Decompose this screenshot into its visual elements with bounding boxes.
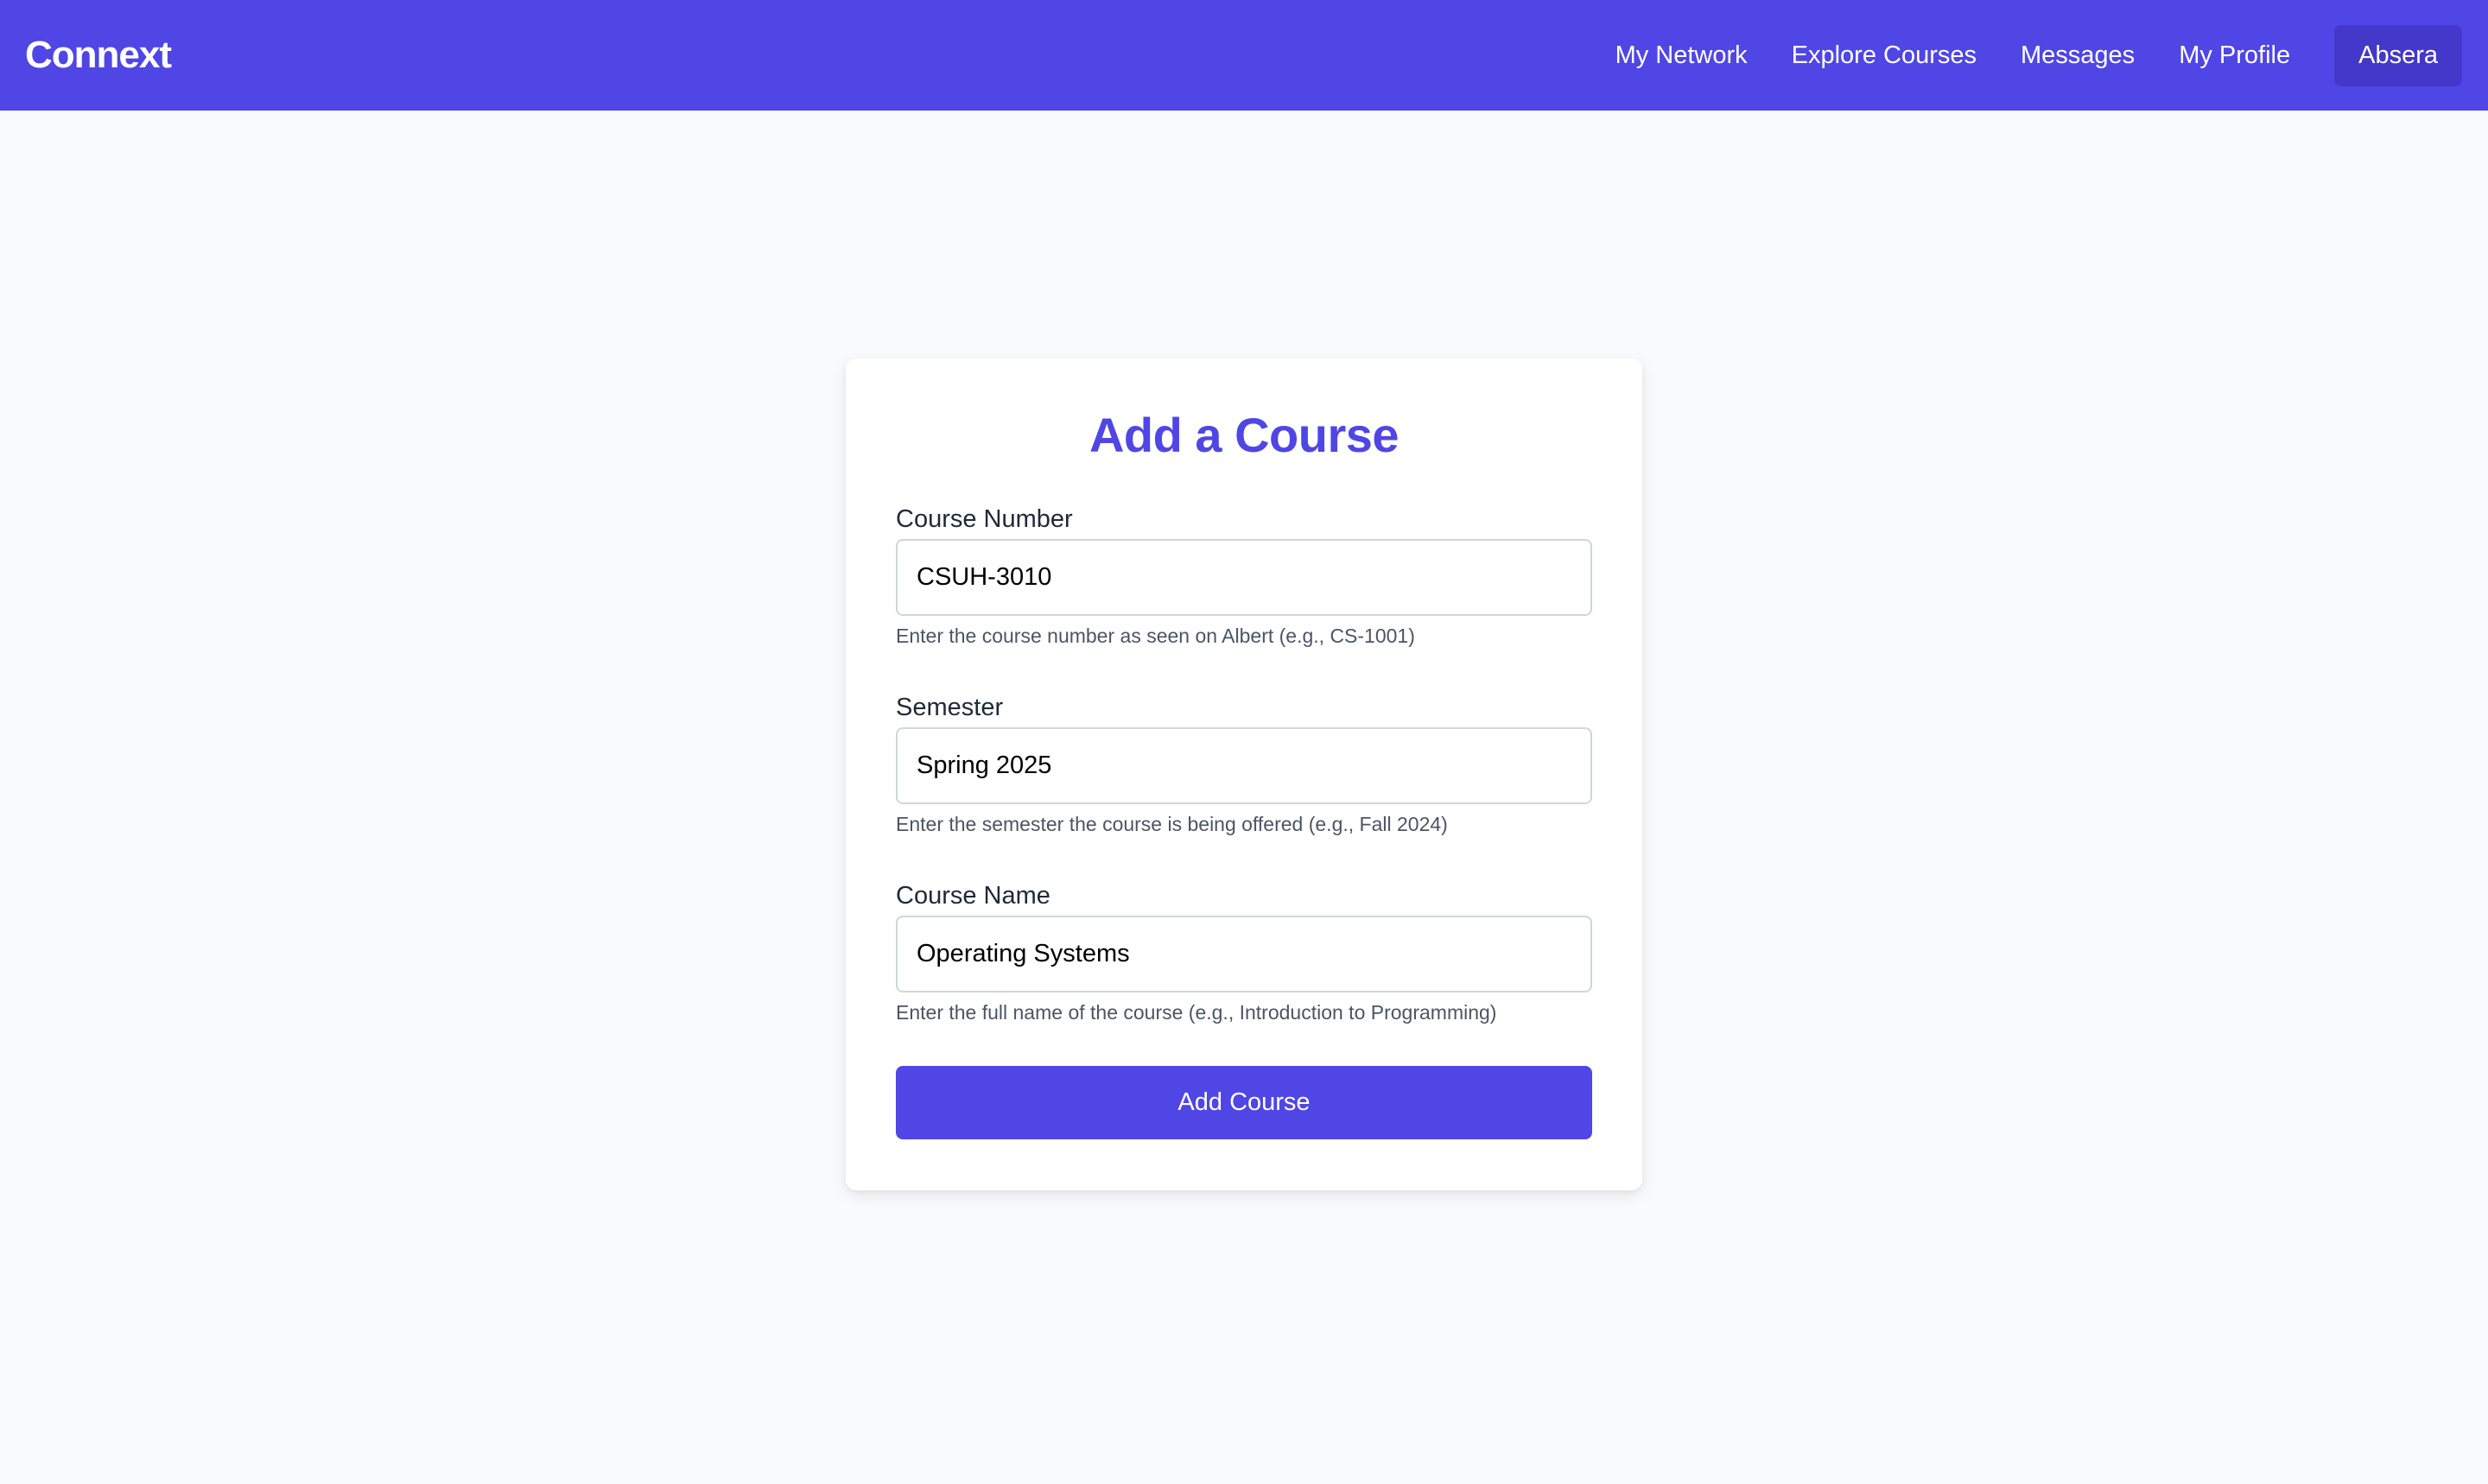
- nav-links: My Network Explore Courses Messages My P…: [1615, 24, 2462, 86]
- course-name-help: Enter the full name of the course (e.g.,…: [896, 1001, 1497, 1024]
- semester-label: Semester: [896, 694, 1004, 721]
- course-name-input[interactable]: [896, 916, 1592, 993]
- nav-link-messages[interactable]: Messages: [2021, 41, 2135, 70]
- nav-link-explore-courses[interactable]: Explore Courses: [1792, 41, 1977, 70]
- course-number-help: Enter the course number as seen on Alber…: [896, 625, 1415, 647]
- nav-link-my-network[interactable]: My Network: [1615, 41, 1748, 70]
- nav-link-my-profile[interactable]: My Profile: [2179, 41, 2290, 70]
- top-navbar: Connext My Network Explore Courses Messa…: [0, 0, 2488, 111]
- page-title: Add a Course: [1088, 408, 1400, 462]
- brand-logo[interactable]: Connext: [25, 34, 172, 77]
- user-menu-button[interactable]: Absera: [2334, 24, 2462, 86]
- semester-input[interactable]: [896, 727, 1592, 804]
- add-course-button[interactable]: Add Course: [896, 1066, 1592, 1139]
- course-name-label: Course Name: [896, 882, 1050, 910]
- course-number-input[interactable]: [896, 539, 1592, 616]
- semester-help: Enter the semester the course is being o…: [896, 813, 1448, 835]
- add-course-card: Add a Course Course Number Enter the cou…: [846, 358, 1642, 1190]
- course-number-label: Course Number: [896, 505, 1073, 533]
